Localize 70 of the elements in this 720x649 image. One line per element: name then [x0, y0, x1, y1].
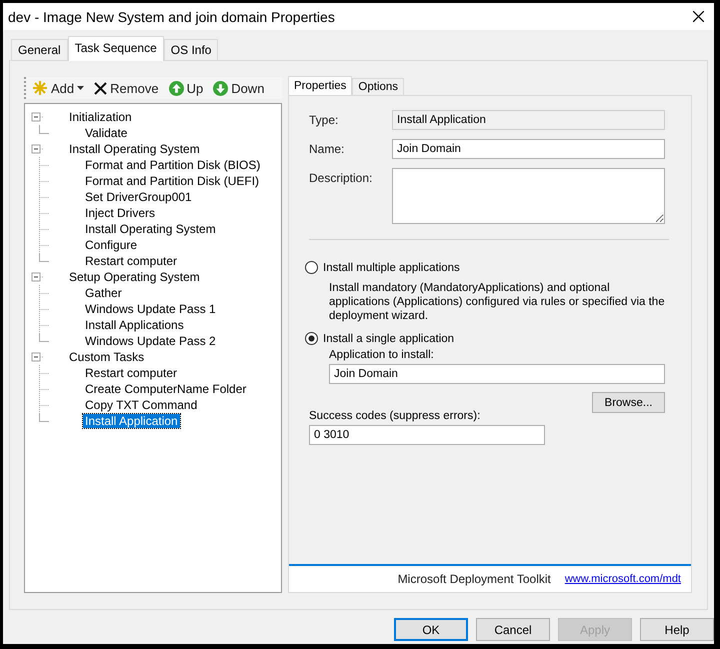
tree-item[interactable]: Restart computer: [83, 254, 180, 268]
toolbar-button[interactable]: Down: [211, 80, 266, 96]
tree-item[interactable]: Inject Drivers: [83, 206, 158, 220]
tree-item[interactable]: Install Applications: [83, 318, 186, 332]
tree-connector-line: [39, 205, 49, 221]
sparkle-icon: [32, 80, 48, 96]
website-link[interactable]: www.microsoft.com/mdt: [564, 573, 681, 585]
field-label: Type:: [309, 112, 340, 127]
tree-connector-line: [39, 301, 49, 317]
tab[interactable]: Properties: [288, 76, 352, 95]
tree-item[interactable]: Gather: [83, 286, 124, 300]
tree-item[interactable]: Initialization: [67, 110, 134, 124]
radio-label: Install multiple applications: [323, 262, 460, 274]
tree-item[interactable]: Custom Tasks: [67, 350, 146, 364]
name-field[interactable]: Join Domain: [392, 139, 665, 159]
tree-item[interactable]: Install Operating System: [67, 142, 202, 156]
tree-item[interactable]: Create ComputerName Folder: [83, 382, 248, 396]
application-field[interactable]: Join Domain: [329, 364, 665, 384]
success-codes-field[interactable]: 0 3010: [309, 425, 545, 445]
dialog-button[interactable]: Help: [640, 618, 714, 641]
footer-text: Microsoft Deployment Toolkit: [398, 572, 551, 586]
toolbar-button[interactable]: Remove: [92, 80, 161, 96]
browse-button[interactable]: Browse...: [592, 392, 665, 413]
tree-connector-line: [39, 157, 49, 173]
tree-connector-line: [39, 173, 49, 189]
tree-item[interactable]: Windows Update Pass 1: [83, 302, 218, 316]
tree-item[interactable]: Setup Operating System: [67, 270, 202, 284]
close-icon: [94, 82, 108, 94]
tree-item[interactable]: Install Operating System: [83, 222, 218, 236]
tree-item[interactable]: Install Application: [83, 414, 180, 428]
collapse-icon[interactable]: [31, 143, 43, 155]
tree-item[interactable]: Set DriverGroup001: [83, 190, 194, 204]
tree-connector-line: [39, 285, 49, 301]
option-description: Install mandatory (MandatoryApplications) and optional applications (Applications) configured via rules or specified via the deployment wizard.: [329, 281, 665, 323]
window-title: dev - Image New System and join domain Properties: [8, 8, 335, 24]
tab[interactable]: General: [11, 39, 68, 60]
radio-label: Install a single application: [323, 332, 454, 344]
collapse-icon[interactable]: [31, 111, 43, 123]
tree-item[interactable]: Configure: [83, 238, 140, 252]
caret-icon: [77, 86, 84, 90]
toolbar-button[interactable]: Add: [30, 79, 86, 97]
dialog-button[interactable]: Cancel: [476, 618, 550, 641]
field-label: Name:: [309, 141, 346, 156]
tab[interactable]: Task Sequence: [68, 36, 164, 61]
tree-item[interactable]: Windows Update Pass 2: [83, 334, 218, 348]
arrow-down-icon: [213, 80, 228, 96]
tree-item[interactable]: Validate: [83, 126, 130, 140]
toolbar-button[interactable]: Up: [166, 80, 206, 96]
tab[interactable]: Options: [352, 78, 404, 95]
tree-connector-line: [39, 221, 49, 237]
field-label: Description:: [309, 170, 374, 185]
tree-connector-line: [39, 381, 49, 397]
collapse-icon[interactable]: [31, 271, 43, 283]
description-field[interactable]: [392, 168, 665, 224]
tree-connector-line: [39, 189, 49, 205]
tab[interactable]: OS Info: [164, 39, 218, 60]
tree-item[interactable]: Format and Partition Disk (UEFI): [83, 174, 262, 188]
collapse-icon[interactable]: [31, 351, 43, 363]
radio-button[interactable]: [305, 332, 318, 345]
tree-item[interactable]: Copy TXT Command: [83, 398, 200, 412]
radio-button[interactable]: [305, 261, 318, 274]
tree-connector-line: [39, 125, 49, 134]
tree-item[interactable]: Restart computer: [83, 366, 180, 380]
tree-connector-line: [39, 365, 49, 381]
field-label: Success codes (suppress errors):: [309, 410, 480, 422]
close-icon[interactable]: [693, 11, 704, 22]
tree-item[interactable]: Format and Partition Disk (BIOS): [83, 158, 262, 172]
field-label: Application to install:: [329, 349, 434, 361]
dialog-button[interactable]: OK: [394, 618, 468, 641]
arrow-up-icon: [168, 80, 184, 96]
